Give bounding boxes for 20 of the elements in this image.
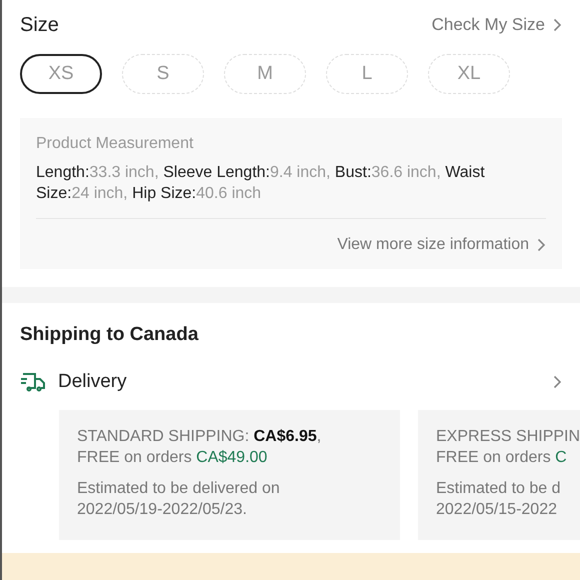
section-title: Shipping to Canada <box>20 323 200 347</box>
size-option[interactable]: S <box>122 54 204 94</box>
section-title: Size <box>20 13 59 38</box>
delivery-estimate: Estimated to be delivered on 2022/05/19-2022/05/23. <box>77 479 281 520</box>
shipping-fee-text: STANDARD SHIPPING: CA$6.95, FREE on orders CA$49.00 <box>77 427 322 468</box>
size-option[interactable]: XL <box>428 54 510 94</box>
size-option[interactable]: M <box>224 54 306 94</box>
shipping-fee-text: EXPRESS SHIPPIN FREE on orders C <box>436 427 580 468</box>
size-option[interactable]: XS <box>20 54 102 94</box>
truck-icon <box>20 370 46 393</box>
chevron-icon <box>553 18 562 32</box>
check-size-link[interactable]: Check My Size <box>432 12 562 38</box>
size-info-link[interactable]: View more size information <box>337 233 546 257</box>
chevron-icon <box>537 238 546 252</box>
delivery-estimate: Estimated to be d 2022/05/15-2022 <box>436 479 562 520</box>
delivery-row[interactable]: Delivery <box>20 368 562 396</box>
panel-title: Product Measurement <box>36 134 194 154</box>
measurement-text: Length:33.3 inch, Sleeve Length:9.4 inch, Bust:36.6 inch, Waist Size:24 inch, Hip Size:40.6 inch <box>36 163 486 204</box>
size-option[interactable]: L <box>326 54 408 94</box>
chevron-icon <box>553 374 562 389</box>
